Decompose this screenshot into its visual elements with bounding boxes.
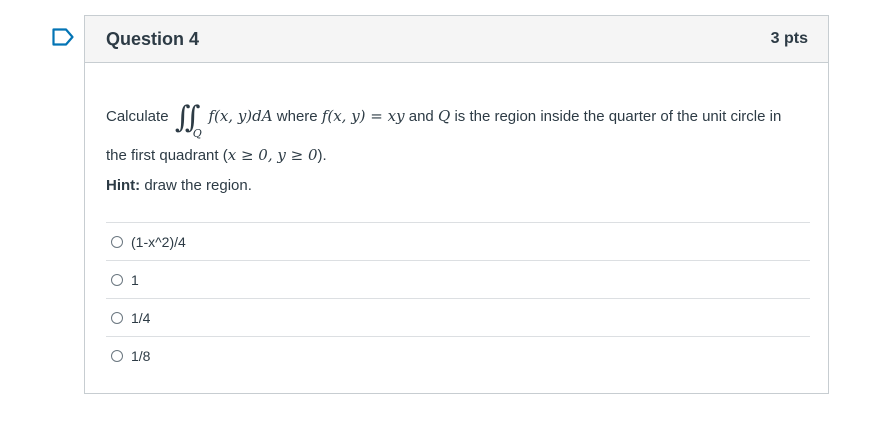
integral-subscript: Q	[192, 127, 202, 140]
question-prompt: Calculate ∬ Q f(x, y)dA where f(x, y) = x…	[106, 97, 796, 175]
radio-button[interactable]	[111, 273, 123, 286]
double-integral: ∬ Q	[175, 103, 202, 140]
question-card: Question 4 3 pts Calculate ∬ Q f(x, y)dA …	[84, 15, 829, 394]
hint-text: draw the region.	[140, 177, 252, 194]
answer-option[interactable]: 1/4	[106, 298, 810, 336]
question-body: Calculate ∬ Q f(x, y)dA where f(x, y) = x…	[85, 97, 828, 374]
answer-option[interactable]: 1/8	[106, 336, 810, 374]
region-condition: x ≥ 0, y ≥ 0	[227, 146, 318, 164]
answer-option[interactable]: (1-x^2)/4	[106, 222, 810, 260]
prompt-and: and	[408, 108, 434, 125]
region-letter: Q	[437, 107, 451, 125]
prompt-where: where	[276, 108, 318, 125]
answer-label: 1/4	[131, 309, 151, 326]
prompt-close: ).	[317, 147, 327, 164]
answer-option[interactable]: 1	[106, 260, 810, 298]
hint: Hint: draw the region.	[106, 177, 808, 194]
prompt-calculate: Calculate	[106, 108, 169, 125]
answer-label: 1/8	[131, 347, 151, 364]
answer-list: (1-x^2)/4 1 1/4 1/8	[106, 222, 810, 374]
hint-label: Hint:	[106, 177, 141, 194]
integrand: f(x, y)dA	[208, 107, 273, 125]
question-header: Question 4 3 pts	[85, 16, 828, 63]
radio-button[interactable]	[111, 349, 123, 362]
answer-label: 1	[131, 271, 139, 288]
function-definition: f(x, y) = xy	[321, 107, 405, 125]
radio-button[interactable]	[111, 235, 123, 248]
radio-button[interactable]	[111, 311, 123, 324]
answer-label: (1-x^2)/4	[131, 233, 186, 250]
flag-question-icon[interactable]	[52, 28, 74, 46]
question-title: Question 4	[106, 28, 200, 49]
question-points: 3 pts	[770, 30, 808, 47]
